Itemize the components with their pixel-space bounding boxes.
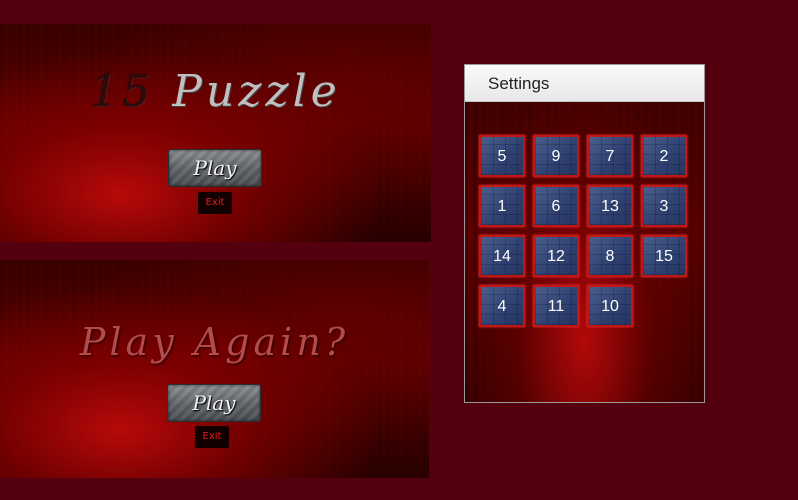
- puzzle-tile[interactable]: 7: [587, 135, 633, 177]
- play-again-button[interactable]: Play: [167, 384, 261, 422]
- settings-titlebar[interactable]: Settings: [465, 65, 704, 102]
- puzzle-board: 5 9 7 2 1 6 13 3 14 12 8 15 4 11 10: [479, 135, 695, 335]
- puzzle-tile[interactable]: 3: [641, 185, 687, 227]
- puzzle-tile[interactable]: 10: [587, 285, 633, 327]
- exit-again-button[interactable]: Exit: [195, 426, 229, 448]
- puzzle-tile[interactable]: 2: [641, 135, 687, 177]
- puzzle-tile[interactable]: 8: [587, 235, 633, 277]
- start-menu-panel: 15 Puzzle Play Exit: [0, 24, 431, 242]
- puzzle-tile[interactable]: 4: [479, 285, 525, 327]
- puzzle-tile[interactable]: 5: [479, 135, 525, 177]
- puzzle-tile[interactable]: 6: [533, 185, 579, 227]
- puzzle-tile[interactable]: 11: [533, 285, 579, 327]
- play-again-title: Play Again?: [79, 320, 350, 364]
- puzzle-tile[interactable]: 9: [533, 135, 579, 177]
- settings-window: Settings 5 9 7 2 1 6 13 3 14 12 8 15 4 11 10: [464, 64, 705, 403]
- game-title-number: 15: [90, 66, 173, 117]
- play-button[interactable]: Play: [168, 149, 262, 187]
- play-again-panel: Play Again? Play Exit: [0, 260, 429, 478]
- game-title-word: Puzzle: [172, 66, 341, 117]
- puzzle-tile[interactable]: 15: [641, 235, 687, 277]
- puzzle-tile[interactable]: 1: [479, 185, 525, 227]
- puzzle-tile[interactable]: 14: [479, 235, 525, 277]
- puzzle-tile[interactable]: 13: [587, 185, 633, 227]
- exit-button[interactable]: Exit: [198, 192, 232, 214]
- game-title: 15 Puzzle: [0, 66, 431, 117]
- puzzle-tile[interactable]: 12: [533, 235, 579, 277]
